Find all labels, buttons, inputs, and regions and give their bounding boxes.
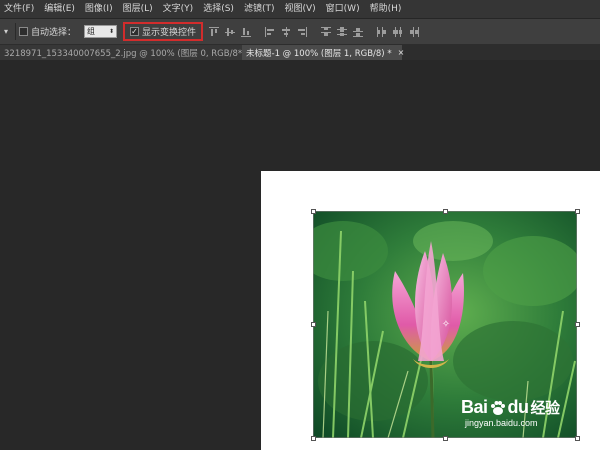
menu-window[interactable]: 窗口(W) [321,0,365,18]
chevron-down-icon: ▾ [3,27,8,36]
align-vertical-center-icon[interactable] [225,27,236,37]
auto-select-option[interactable]: 自动选择： [19,25,76,38]
distribute-top-icon[interactable] [321,26,332,37]
document-tab-bar: 3218971_153340007655_2.jpg @ 100% (图层 0,… [0,44,600,60]
transform-handle-bottom-left[interactable] [311,436,316,441]
workspace-area: ✧ Bai du 经验 jingyan.baidu.com [0,60,600,450]
show-transform-checkbox[interactable]: ✓ [130,27,140,36]
menu-type[interactable]: 文字(Y) [158,0,199,18]
options-bar: ▾ 自动选择： 组 ⬍ ✓ 显示变换控件 [0,19,600,44]
show-transform-controls-option[interactable]: ✓ 显示变换控件 [123,22,204,41]
baidu-jingyan-watermark: Bai du 经验 jingyan.baidu.com [461,397,591,437]
menu-select[interactable]: 选择(S) [198,0,239,18]
tab-document-2[interactable]: 未标题-1 @ 100% (图层 1, RGB/8) * × [242,45,405,60]
menu-file[interactable]: 文件(F) [0,0,39,18]
tool-preset-picker[interactable]: ▾ [0,19,12,44]
distribute-vertical-center-icon[interactable] [337,26,348,37]
transform-handle-bottom-center[interactable] [443,436,448,441]
auto-select-label: 自动选择： [31,28,77,38]
paw-icon [490,400,505,415]
transform-handle-top-right[interactable] [575,209,580,214]
tab-label: 未标题-1 @ 100% (图层 1, RGB/8) * [246,48,392,59]
auto-select-target-dropdown[interactable]: 组 ⬍ [84,25,118,38]
transform-handle-top-left[interactable] [311,209,316,214]
transform-handle-middle-right[interactable] [575,322,580,327]
show-transform-label: 显示变换控件 [142,28,197,38]
photoshop-window: 文件(F) 编辑(E) 图像(I) 图层(L) 文字(Y) 选择(S) 滤镜(T… [0,0,600,450]
transform-center-point-icon[interactable]: ✧ [441,320,451,330]
distribute-right-icon[interactable] [409,26,420,37]
document-canvas[interactable]: ✧ Bai du 经验 jingyan.baidu.com [261,171,600,450]
divider [15,23,16,40]
watermark-url: jingyan.baidu.com [465,418,538,428]
align-distribute-group [209,26,425,37]
transform-handle-top-center[interactable] [443,209,448,214]
menu-edit[interactable]: 编辑(E) [39,0,80,18]
watermark-brand-suffix: du [507,397,530,417]
align-bottom-icon[interactable] [241,27,252,37]
watermark-brand: Bai [461,397,488,417]
menu-view[interactable]: 视图(V) [279,0,320,18]
chevron-updown-icon: ⬍ [108,28,115,35]
distribute-horizontal-center-icon[interactable] [393,26,403,37]
align-horizontal-center-icon[interactable] [281,26,291,37]
align-right-icon[interactable] [297,26,308,37]
watermark-logo: Bai du 经验 [461,397,591,418]
tab-label: 3218971_153340007655_2.jpg @ 100% (图层 0,… [4,48,246,59]
align-top-icon[interactable] [209,26,220,37]
auto-select-target-value: 组 [87,27,96,36]
auto-select-checkbox[interactable] [19,27,28,36]
menu-image[interactable]: 图像(I) [80,0,118,18]
distribute-left-icon[interactable] [377,26,387,37]
menu-help[interactable]: 帮助(H) [365,0,407,18]
close-icon[interactable]: × [398,48,405,57]
menu-bar: 文件(F) 编辑(E) 图像(I) 图层(L) 文字(Y) 选择(S) 滤镜(T… [0,0,600,19]
tab-document-1[interactable]: 3218971_153340007655_2.jpg @ 100% (图层 0,… [0,45,258,60]
distribute-bottom-icon[interactable] [353,27,364,37]
align-left-icon[interactable] [265,26,275,37]
transform-handle-middle-left[interactable] [311,322,316,327]
watermark-brand-cn: 经验 [530,400,561,417]
menu-filter[interactable]: 滤镜(T) [239,0,280,18]
menu-layer[interactable]: 图层(L) [118,0,158,18]
